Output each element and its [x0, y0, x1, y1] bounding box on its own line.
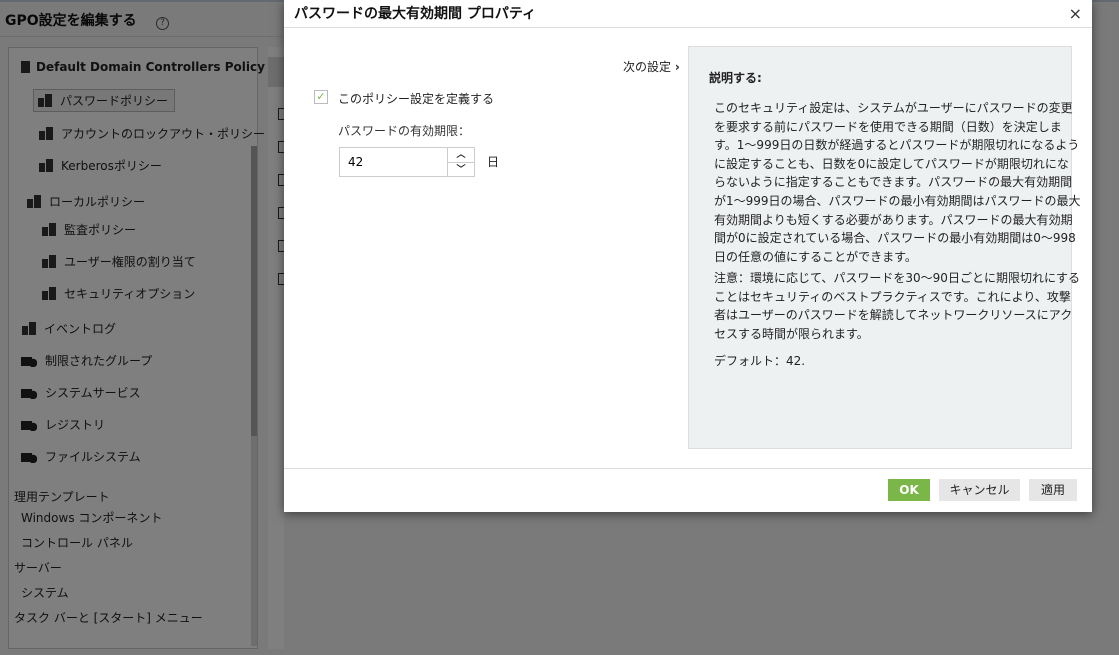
line: 注意：環境に応じて、パスワードを30～90日ごとに期限切れにする: [714, 271, 1081, 285]
description-title: 説明する:: [709, 71, 762, 85]
dialog-title: パスワードの最大有効期間 プロパティ: [294, 6, 537, 22]
ok-button[interactable]: OK: [888, 479, 930, 501]
line: らないように指定することもできます。パスワードの最大有効期間: [714, 175, 1073, 190]
unit-label: 日: [487, 155, 500, 169]
note-text: 注意：環境に応じて、パスワードを30～90日ごとに期限切れにする ことはセキュリ…: [714, 269, 1080, 343]
line: このセキュリティ設定は、システムがユーザーにパスワードの変更: [714, 101, 1073, 115]
expiry-stepper[interactable]: ︿ ﹀: [339, 147, 475, 177]
line: セスする時間が限られます。: [714, 326, 869, 341]
line: に設定することも、日数を0に設定してパスワードが期限切れにな: [714, 156, 1069, 171]
define-policy-checkbox[interactable]: ✓: [314, 90, 328, 104]
next-setting-link[interactable]: 次の設定 ›: [623, 58, 680, 75]
chevron-down-icon[interactable]: ﹀: [448, 162, 474, 177]
cancel-button[interactable]: キャンセル: [939, 479, 1020, 501]
close-icon[interactable]: ×: [1069, 4, 1082, 23]
default-text: デフォルト：42.: [714, 354, 806, 368]
line: を要求する前にパスワードを使用できる期間（日数）を決定しま: [714, 119, 1062, 134]
line: 間が0に設定されている場合、パスワードの最小有効期間は0～998: [714, 231, 1076, 246]
divider: [284, 27, 1092, 28]
divider: [284, 468, 1092, 469]
next-label: 次の設定: [623, 60, 672, 74]
expiry-label: パスワードの有効期限：: [338, 124, 471, 138]
define-policy-label[interactable]: このポリシー設定を定義する: [338, 90, 494, 107]
apply-button[interactable]: 適用: [1029, 479, 1077, 501]
line: 日の任意の値にすることができます。: [714, 249, 917, 264]
line: 者はユーザーのパスワードを解読してネットワークリソースにアク: [714, 308, 1073, 323]
properties-dialog: パスワードの最大有効期間 プロパティ × 次の設定 › ✓ このポリシー設定を定…: [284, 0, 1092, 512]
description-panel: 説明する: このセキュリティ設定は、システムがユーザーにパスワードの変更 を要求…: [688, 46, 1081, 449]
expiry-input[interactable]: [340, 148, 447, 176]
description-text: このセキュリティ設定は、システムがユーザーにパスワードの変更 を要求する前にパス…: [714, 99, 1081, 266]
chevron-up-icon[interactable]: ︿: [448, 148, 474, 162]
line: ことはセキュリティのベストプラクティスです。これにより、攻撃: [714, 289, 1071, 304]
line: す。1～999日の日数が経過するとパスワードが期限切れになるよう: [714, 138, 1080, 153]
line: 有効期間よりも短くする必要があります。パスワードの最大有効期: [714, 212, 1073, 227]
line: が1～999日の場合、パスワードの最小有効期間はパスワードの最大: [714, 193, 1081, 208]
chevron-right-icon: ›: [674, 60, 680, 74]
